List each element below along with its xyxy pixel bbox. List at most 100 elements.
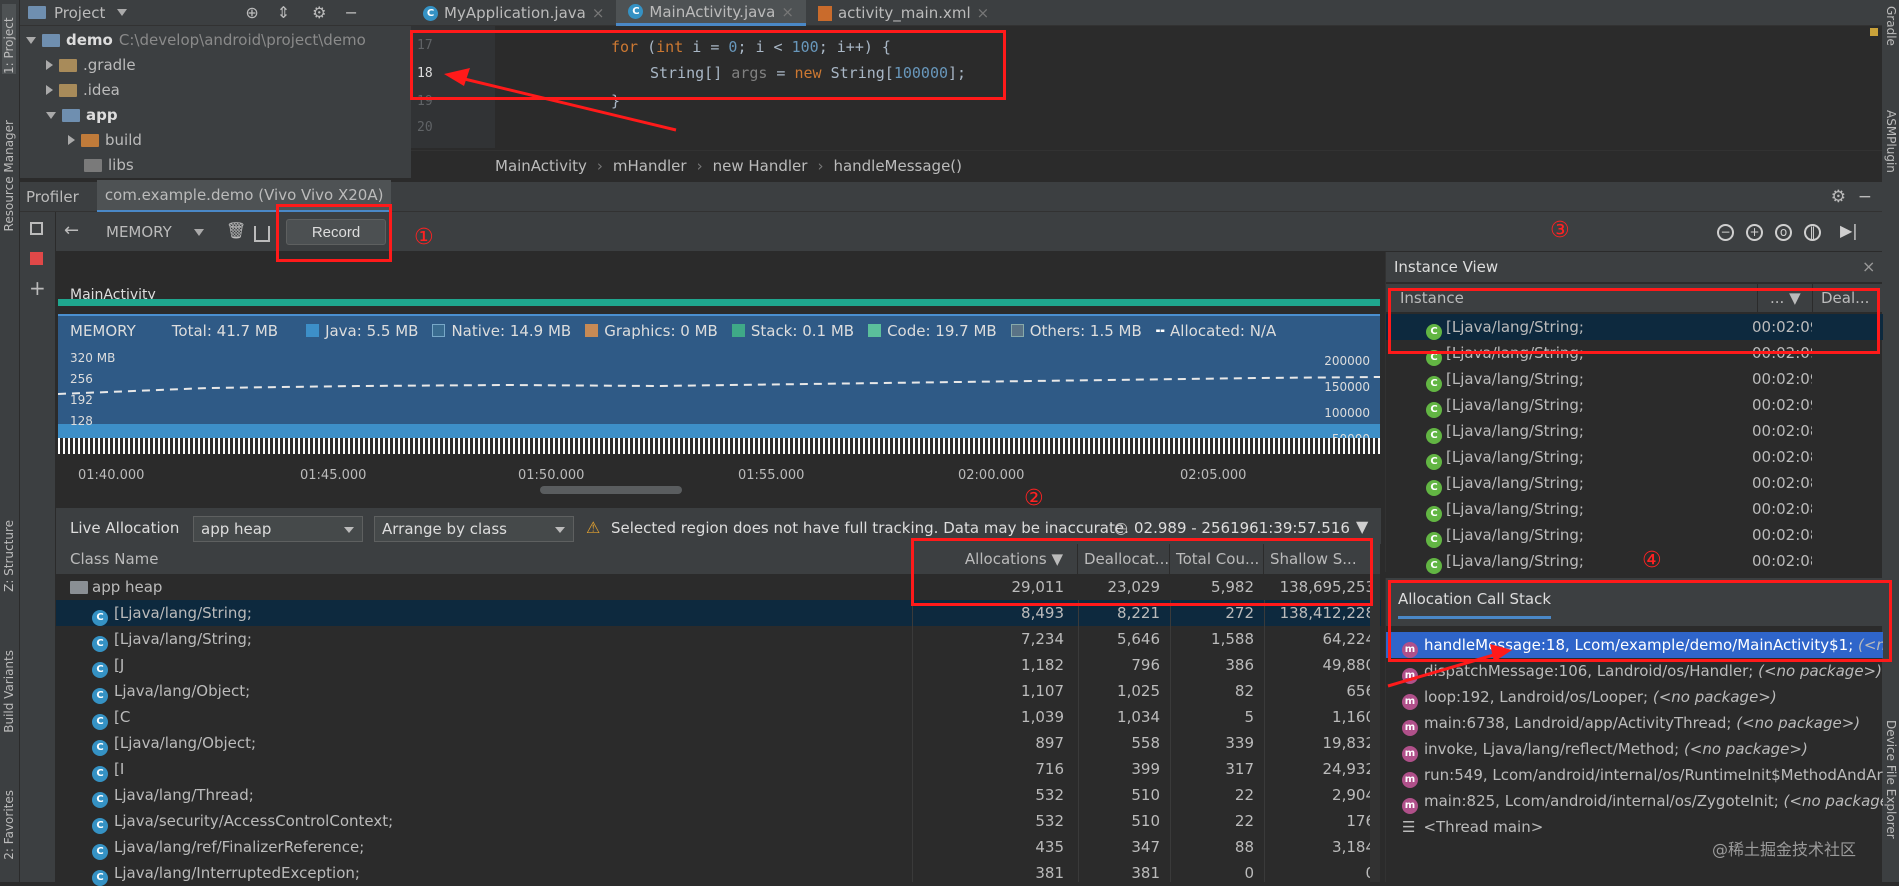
- close-icon[interactable]: ×: [781, 3, 794, 21]
- table-row[interactable]: C [I 716 399 317 24,932: [56, 756, 1381, 782]
- build-variants-tab[interactable]: Build Variants: [2, 650, 16, 733]
- breadcrumb-item[interactable]: mHandler: [613, 157, 687, 175]
- project-icon: [28, 6, 46, 19]
- structure-tab[interactable]: Z: Structure: [2, 520, 16, 592]
- breadcrumb-item[interactable]: MainActivity: [495, 157, 587, 175]
- tree-item-app[interactable]: app: [46, 103, 118, 127]
- instance-row[interactable]: C[Ljava/lang/String; 00:02:08: [1386, 522, 1883, 548]
- table-row[interactable]: C [Ljava/lang/String; 8,493 8,221 272 138,412…: [56, 600, 1381, 626]
- instance-row[interactable]: C[Ljava/lang/String; 00:02:08: [1386, 548, 1883, 574]
- call-stack-frame[interactable]: m main:6738, Landroid/app/ActivityThread;…: [1386, 710, 1883, 736]
- table-group-row[interactable]: app heap 29,011 23,029 5,982 138,695,253: [56, 574, 1381, 600]
- table-row[interactable]: C [J 1,182 796 386 49,880: [56, 652, 1381, 678]
- instance-row[interactable]: C[Ljava/lang/String; 00:02:08: [1386, 496, 1883, 522]
- breadcrumb-item[interactable]: handleMessage(): [833, 157, 962, 175]
- column-class-name[interactable]: Class Name: [56, 544, 912, 574]
- table-row[interactable]: C Ljava/lang/ref/FinalizerReference; 435 34…: [56, 834, 1381, 860]
- gear-icon[interactable]: ⚙: [312, 3, 326, 22]
- record-button[interactable]: Record: [286, 219, 386, 245]
- expand-arrow-icon[interactable]: [68, 135, 75, 145]
- tree-root[interactable]: demo C:\develop\android\project\demo: [26, 28, 366, 52]
- breadcrumb-item[interactable]: new Handler: [713, 157, 808, 175]
- instance-row[interactable]: C[Ljava/lang/String; 00:02:09: [1386, 340, 1883, 366]
- project-tool-tab[interactable]: 1: Project: [2, 4, 16, 74]
- column-allocations[interactable]: Allocations ▼: [912, 544, 1078, 574]
- call-stack-frame[interactable]: m run:549, Lcom/android/internal/os/Runti…: [1386, 762, 1883, 788]
- column-dealloc-time[interactable]: Deal...: [1812, 284, 1869, 312]
- skip-to-end-icon[interactable]: ▶|: [1840, 221, 1858, 240]
- table-row[interactable]: C [C 1,039 1,034 5 1,160: [56, 704, 1381, 730]
- layout-icon[interactable]: [30, 222, 43, 235]
- chevron-down-icon[interactable]: [194, 229, 204, 236]
- tab-session[interactable]: com.example.demo (Vivo Vivo X20A): [96, 180, 392, 213]
- add-session-icon[interactable]: +: [29, 276, 46, 300]
- pause-icon[interactable]: ‖: [1804, 224, 1821, 241]
- target-icon[interactable]: ⊕: [245, 3, 258, 22]
- device-file-explorer-tab[interactable]: Device File Explorer: [1884, 720, 1898, 839]
- column-total-count[interactable]: Total Cou...: [1170, 544, 1264, 574]
- table-row[interactable]: C [Ljava/lang/Object; 897 558 339 19,832: [56, 730, 1381, 756]
- tab-mainactivity[interactable]: C MainActivity.java ×: [616, 0, 806, 26]
- table-row[interactable]: C Ljava/security/AccessControlContext; 532…: [56, 808, 1381, 834]
- minimize-icon[interactable]: −: [344, 3, 357, 22]
- instance-row[interactable]: C[Ljava/lang/String; 00:02:09: [1386, 366, 1883, 392]
- zoom-in-icon[interactable]: +: [1746, 224, 1763, 241]
- tree-item-gradle[interactable]: .gradle: [46, 53, 136, 77]
- column-shallow-size[interactable]: Shallow S...: [1264, 544, 1381, 574]
- tree-item-idea[interactable]: .idea: [46, 78, 120, 102]
- zoom-out-icon[interactable]: −: [1717, 224, 1734, 241]
- heap-dump-icon[interactable]: [254, 226, 270, 242]
- table-scrollbar[interactable]: [1370, 574, 1380, 882]
- trash-icon[interactable]: 🗑: [226, 221, 246, 240]
- timeline-scrollbar[interactable]: [540, 486, 682, 494]
- arrange-select[interactable]: Arrange by class: [374, 516, 574, 542]
- collapse-icon[interactable]: ⇕: [277, 3, 290, 22]
- close-icon[interactable]: ×: [1862, 257, 1875, 276]
- expand-arrow-icon[interactable]: [46, 85, 53, 95]
- instance-row[interactable]: C[Ljava/lang/String; 00:02:08: [1386, 470, 1883, 496]
- call-stack-frame[interactable]: m loop:192, Landroid/os/Looper; (<no pack…: [1386, 684, 1883, 710]
- table-row[interactable]: C Ljava/lang/InterruptedException; 381 381 0…: [56, 860, 1381, 886]
- chevron-down-icon[interactable]: [117, 9, 128, 16]
- expand-arrow-icon[interactable]: [46, 60, 53, 70]
- project-panel-title[interactable]: Project: [54, 4, 105, 22]
- expand-arrow-icon[interactable]: [26, 36, 36, 44]
- heap-select[interactable]: app heap: [193, 516, 363, 542]
- asm-plugin-tab[interactable]: ASMPlugin: [1884, 110, 1898, 173]
- column-deallocations[interactable]: Deallocat...: [1078, 544, 1170, 574]
- table-row[interactable]: C Ljava/lang/Thread; 532 510 22 2,904: [56, 782, 1381, 808]
- instance-row[interactable]: C[Ljava/lang/String; 00:02:09: [1386, 314, 1883, 340]
- gear-icon[interactable]: ⚙: [1831, 187, 1846, 207]
- minimize-icon[interactable]: −: [1858, 187, 1872, 207]
- filter-icon[interactable]: ▼: [1356, 517, 1368, 536]
- instance-row[interactable]: C[Ljava/lang/String; 00:02:09: [1386, 392, 1883, 418]
- gradle-tab[interactable]: Gradle: [1884, 6, 1898, 46]
- tree-item-libs[interactable]: libs: [84, 153, 134, 177]
- tab-call-stack[interactable]: Allocation Call Stack: [1398, 590, 1552, 619]
- table-row[interactable]: C Ljava/lang/Object; 1,107 1,025 82 656: [56, 678, 1381, 704]
- back-arrow-icon[interactable]: ←: [64, 220, 79, 241]
- close-icon[interactable]: ×: [592, 4, 605, 22]
- table-row[interactable]: C [Ljava/lang/String; 7,234 5,646 1,588 64,22…: [56, 626, 1381, 652]
- warning-marker-icon[interactable]: [1870, 28, 1878, 36]
- call-stack-frame[interactable]: m invoke, Ljava/lang/reflect/Method; (<no…: [1386, 736, 1883, 762]
- instance-row[interactable]: C[Ljava/lang/String; 00:02:08: [1386, 444, 1883, 470]
- column-instance[interactable]: Instance: [1400, 284, 1464, 312]
- tree-item-build[interactable]: build: [68, 128, 142, 152]
- tab-activity-main-xml[interactable]: activity_main.xml ×: [806, 0, 1001, 26]
- call-stack-frame[interactable]: m handleMessage:18, Lcom/example/demo/Mai…: [1386, 632, 1883, 658]
- reset-zoom-icon[interactable]: o: [1775, 224, 1792, 241]
- resource-manager-tab[interactable]: Resource Manager: [2, 120, 16, 231]
- close-icon[interactable]: ×: [977, 4, 990, 22]
- monitor-select[interactable]: MEMORY: [106, 223, 172, 241]
- activity-bar[interactable]: [58, 299, 1380, 306]
- instance-row[interactable]: C[Ljava/lang/String; 00:02:08: [1386, 418, 1883, 444]
- stop-session-icon[interactable]: [30, 252, 43, 265]
- instance-time: 00:02:08: [1752, 474, 1812, 492]
- favorites-tab[interactable]: 2: Favorites: [2, 790, 16, 860]
- tab-myapplication[interactable]: C MyApplication.java ×: [411, 0, 616, 26]
- legend-code: Code: 19.7 MB: [868, 322, 997, 340]
- call-stack-frame[interactable]: m dispatchMessage:106, Landroid/os/Handle…: [1386, 658, 1883, 684]
- expand-arrow-icon[interactable]: [46, 111, 56, 119]
- call-stack-frame[interactable]: m main:825, Lcom/android/internal/os/Zygo…: [1386, 788, 1883, 814]
